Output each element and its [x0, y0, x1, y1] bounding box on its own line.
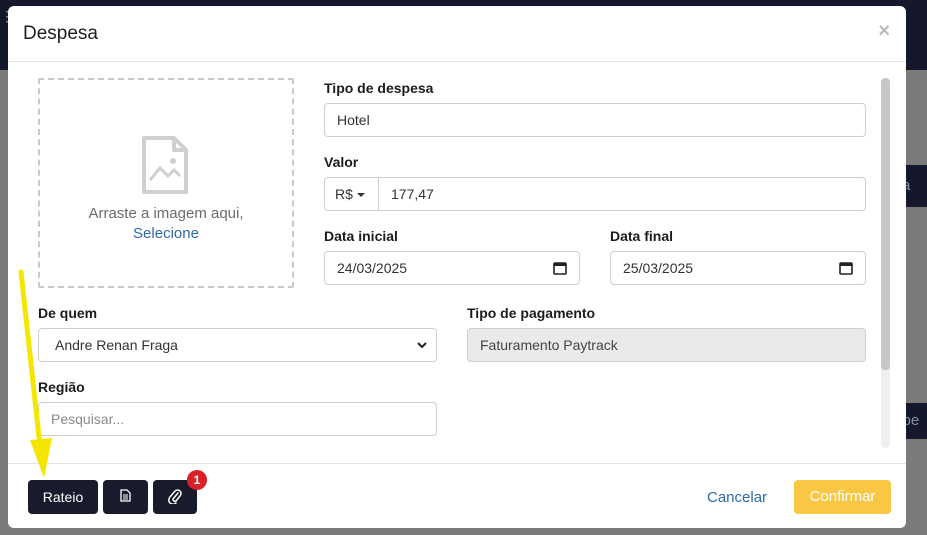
expense-type-label: Tipo de despesa [324, 80, 434, 96]
from-whom-value: Andre Renan Fraga [55, 337, 178, 353]
start-date-value: 24/03/2025 [337, 260, 408, 276]
rateio-button[interactable]: Rateio [28, 480, 98, 514]
from-whom-label: De quem [38, 305, 98, 321]
region-search-input[interactable]: Pesquisar... [38, 402, 437, 436]
payment-type-input: Faturamento Paytrack [467, 328, 866, 362]
end-date-label: Data final [610, 228, 674, 244]
dropzone-text: Arraste a imagem aqui, Selecione [40, 204, 292, 244]
chevron-down-icon [417, 342, 427, 349]
calendar-icon[interactable] [839, 261, 853, 275]
expense-modal: Despesa × Arraste a imagem aqui, Selecio… [8, 6, 906, 528]
currency-label: R$ [335, 186, 353, 202]
amount-input[interactable]: 177,47 [378, 177, 866, 211]
end-date-value: 25/03/2025 [623, 260, 694, 276]
paperclip-icon [168, 489, 182, 505]
region-label: Região [38, 379, 85, 395]
scrollbar[interactable] [881, 78, 890, 448]
close-icon[interactable]: × [878, 20, 890, 43]
modal-footer: Rateio 1 Cancelar Confirmar [8, 463, 906, 528]
end-date-input[interactable]: 25/03/2025 [610, 251, 866, 285]
from-whom-select[interactable]: Andre Renan Fraga [38, 328, 437, 362]
payment-type-label: Tipo de pagamento [467, 305, 596, 321]
background-icon: ⋮ [0, 8, 14, 24]
image-dropzone[interactable]: Arraste a imagem aqui, Selecione [38, 78, 294, 288]
caret-down-icon [356, 193, 365, 198]
amount-label: Valor [324, 154, 359, 170]
expense-type-input[interactable]: Hotel [324, 103, 866, 137]
modal-title: Despesa [23, 23, 98, 44]
currency-dropdown[interactable]: R$ [324, 177, 379, 211]
scrollbar-thumb[interactable] [881, 78, 890, 370]
select-file-link[interactable]: Selecione [40, 224, 292, 244]
start-date-label: Data inicial [324, 228, 398, 244]
start-date-input[interactable]: 24/03/2025 [324, 251, 580, 285]
cancel-button[interactable]: Cancelar [707, 489, 767, 506]
document-button[interactable] [103, 480, 148, 514]
attachment-count-badge: 1 [187, 470, 207, 490]
modal-header: Despesa × [8, 6, 906, 62]
image-file-icon [142, 136, 188, 194]
confirm-button[interactable]: Confirmar [794, 480, 891, 514]
calendar-icon[interactable] [553, 261, 567, 275]
document-icon [120, 489, 131, 502]
dropzone-instruction: Arraste a imagem aqui, [88, 205, 244, 222]
